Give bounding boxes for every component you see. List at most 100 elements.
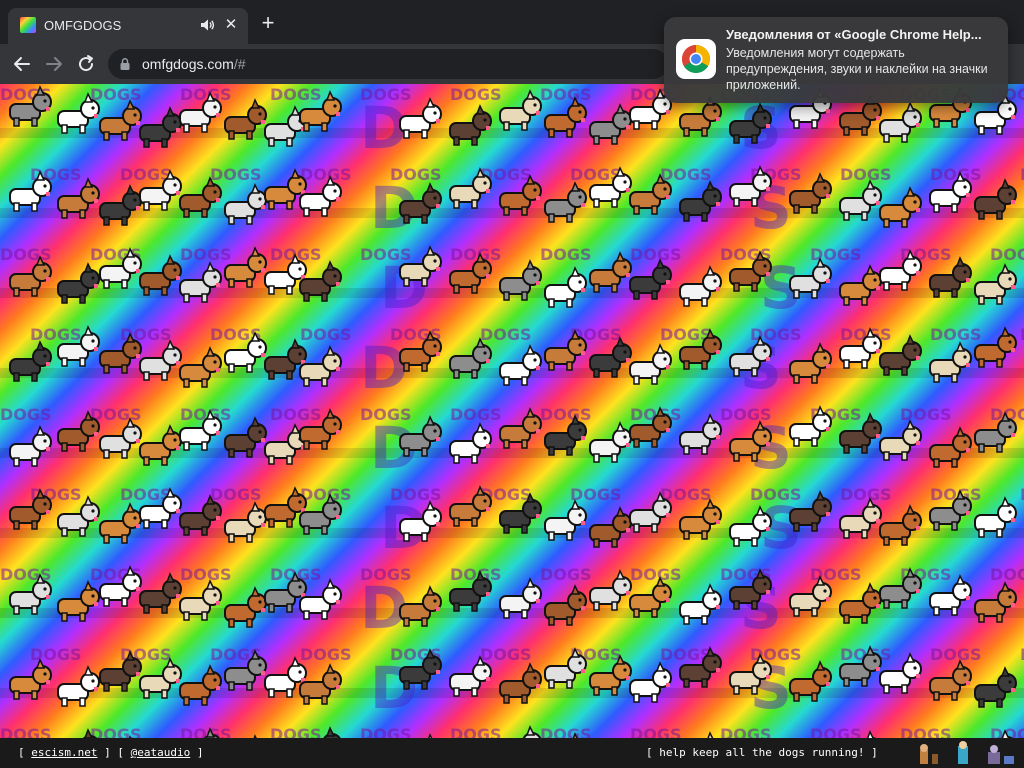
dogs-lettering: DOGS	[300, 485, 352, 504]
dogs-lettering: DOGS	[540, 85, 592, 104]
dog-sprite	[449, 167, 492, 209]
dog-sprite	[449, 104, 492, 146]
dog-sprite	[139, 572, 182, 614]
tab-omfgdogs[interactable]: OMFGDOGS ✕	[8, 8, 248, 44]
dog-sprite	[929, 659, 972, 701]
dog-sprite	[57, 410, 100, 452]
bracket-mid: ] [	[97, 746, 131, 759]
bracket-close: ]	[190, 746, 204, 759]
address-bar[interactable]: omfgdogs.com/#	[108, 49, 668, 79]
dog-sprite	[224, 98, 267, 140]
omfgdogs-favicon-icon	[20, 17, 36, 33]
dog-sprite	[499, 89, 542, 131]
help-link-text[interactable]: [ help keep all the dogs running! ]	[646, 746, 878, 759]
dogs-lettering: DOGS	[540, 405, 592, 424]
dog-sprite	[589, 569, 632, 611]
dogs-lettering: DOGS	[300, 645, 352, 664]
help-link[interactable]: [ help keep all the dogs running! ]	[646, 746, 878, 759]
forward-icon[interactable]	[42, 52, 66, 76]
dogs-lettering: DOGS	[840, 165, 892, 184]
dog-sprite	[9, 340, 52, 382]
dogs-lettering: DOGS	[270, 405, 322, 424]
dog-sprite	[179, 494, 222, 536]
back-icon[interactable]	[10, 52, 34, 76]
eataudio-link[interactable]: @eataudio	[131, 746, 191, 759]
lock-icon[interactable]	[118, 57, 132, 71]
dog-sprite	[879, 504, 922, 546]
dog-sprite	[544, 647, 587, 689]
dog-sprite	[629, 343, 672, 385]
dog-row: DOGSDOGSDOGSDOGSDOGSDOGSDOGSDOGSDOGSDOGS…	[0, 638, 1024, 718]
dog-sprite	[679, 265, 722, 307]
dog-sprite	[789, 342, 832, 384]
dog-sprite	[499, 407, 542, 449]
dog-sprite	[499, 259, 542, 301]
dog-sprite	[679, 180, 722, 222]
dog-sprite	[449, 422, 492, 464]
dog-sprite	[179, 346, 222, 388]
dog-sprite	[839, 264, 882, 306]
omfgdogs-page: DOGS DOGS DOGS DOGS DOGS DOGS DOGS DOGS DOGS DOGS…	[0, 84, 1024, 768]
dog-sprite	[679, 583, 722, 625]
dogs-lettering: DOGS	[300, 165, 352, 184]
dog-sprite	[544, 329, 587, 371]
dog-sprite	[589, 103, 632, 145]
dog-sprite	[449, 485, 492, 527]
dog-sprite	[449, 337, 492, 379]
dog-sprite	[974, 178, 1017, 220]
dog-sprite	[544, 266, 587, 308]
dog-sprite	[9, 658, 52, 700]
new-tab-button[interactable]: +	[256, 12, 280, 36]
dog-sprite	[879, 101, 922, 143]
dog-sprite	[9, 425, 52, 467]
dog-sprite	[839, 582, 882, 624]
speaker-icon[interactable]	[198, 16, 216, 34]
dogs-lettering: DOGS	[300, 325, 352, 344]
dogs-lettering: DOGS	[480, 645, 532, 664]
dog-sprite	[839, 179, 882, 221]
dog-sprite	[449, 655, 492, 697]
dog-sprite	[57, 262, 100, 304]
dog-sprite	[544, 181, 587, 223]
dog-sprite	[499, 577, 542, 619]
dogs-lettering: DOGS	[900, 405, 952, 424]
dog-sprite	[839, 497, 882, 539]
dog-row: DOGSDOGSDOGSDOGSDOGSDOGSDOGSDOGSDOGSDOGS…	[0, 478, 1024, 558]
dog-sprite	[974, 581, 1017, 623]
dog-sprite	[139, 106, 182, 148]
dog-row: DOGSDOGSDOGSDOGSDOGSDOGSDOGSDOGSDOGSDOGS…	[0, 238, 1024, 318]
dogs-lettering: DOGS	[30, 645, 82, 664]
browser-window: OMFGDOGS ✕ + omfgdogs.com/# DOGS DOGS DO…	[0, 0, 1024, 768]
dog-sprite	[629, 491, 672, 533]
dogs-lettering: DOGS	[810, 245, 862, 264]
dog-sprite	[99, 184, 142, 226]
dogs-lettering: DOGS	[630, 565, 682, 584]
dog-sprite	[544, 499, 587, 541]
dog-sprite	[179, 176, 222, 218]
dogs-lettering: DOGS	[450, 85, 502, 104]
dog-row: DOGSDOGSDOGSDOGSDOGSDOGSDOGSDOGSDOGSDOGS…	[0, 558, 1024, 638]
dogs-lettering: DOGS	[270, 85, 322, 104]
dogs-lettering: DOGS	[450, 405, 502, 424]
notification-banner[interactable]: Уведомления от «Google Chrome Help... Ув…	[664, 17, 1008, 103]
dogs-lettering: DOGS	[450, 245, 502, 264]
tab-title: OMFGDOGS	[44, 18, 122, 33]
url-text[interactable]: omfgdogs.com/#	[142, 56, 246, 72]
reload-icon[interactable]	[74, 52, 98, 76]
dog-sprite	[929, 341, 972, 383]
escism-link[interactable]: escism.net	[31, 746, 97, 759]
notification-body: Уведомления могут содержать предупрежден…	[726, 46, 988, 92]
dog-sprite	[224, 586, 267, 628]
dog-sprite	[224, 501, 267, 543]
dog-sprite	[544, 584, 587, 626]
dogs-lettering: DOGS	[930, 645, 982, 664]
dog-sprite	[789, 660, 832, 702]
dog-sprite	[679, 498, 722, 540]
dog-sprite	[99, 417, 142, 459]
dogs-lettering: DOGS	[1020, 325, 1024, 344]
dog-sprite	[139, 254, 182, 296]
close-tab-icon[interactable]: ✕	[222, 16, 240, 34]
dogs-lettering: DOGS	[990, 245, 1024, 264]
footer-links: [ escism.net ] [ @eataudio ]	[18, 746, 203, 759]
page-footer: [ escism.net ] [ @eataudio ] [ help keep…	[0, 738, 1024, 768]
